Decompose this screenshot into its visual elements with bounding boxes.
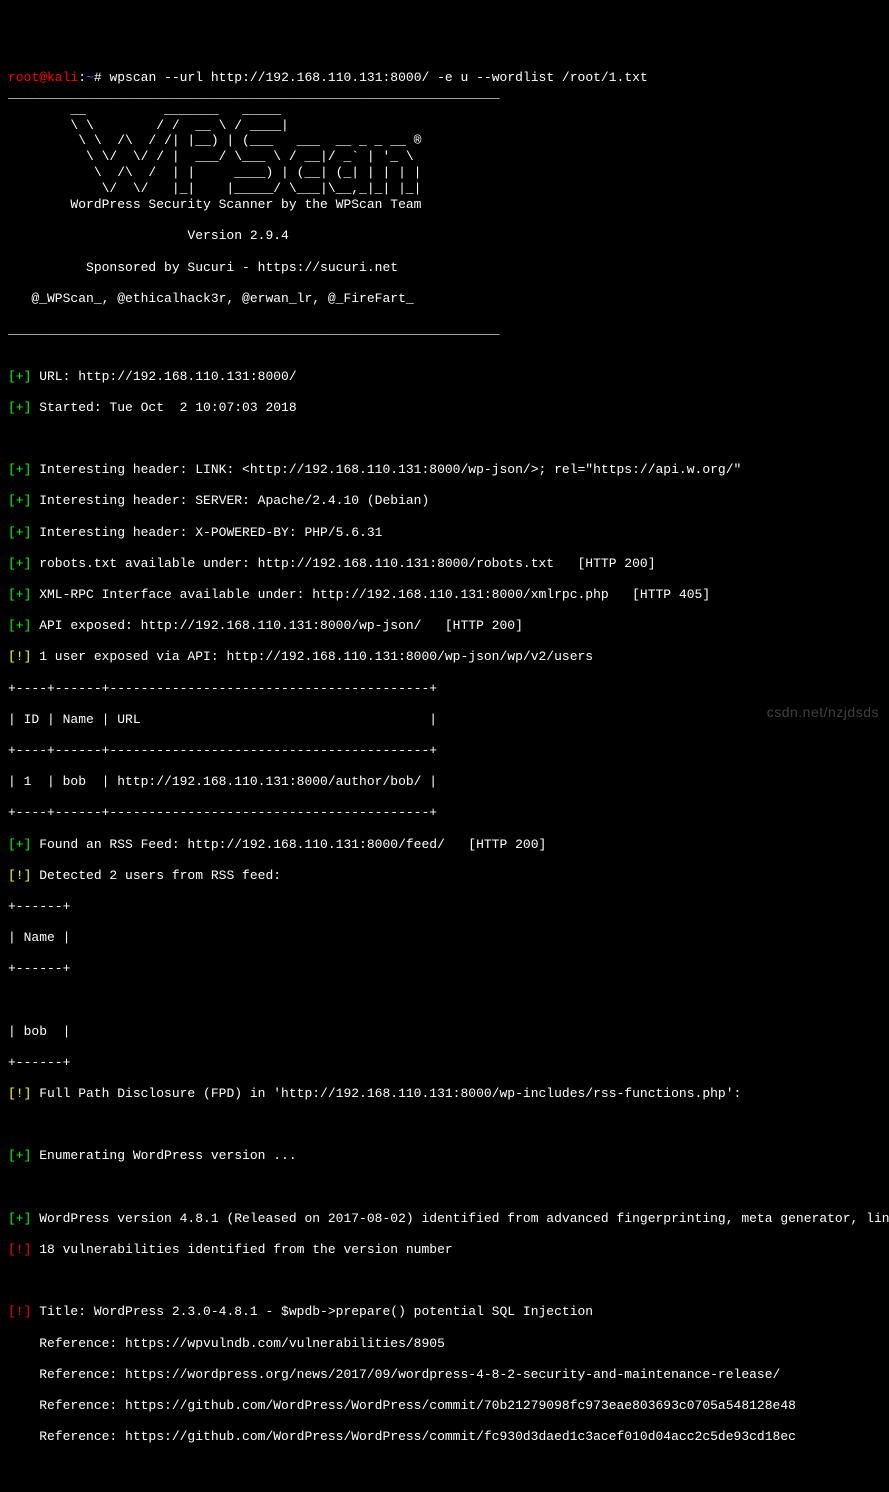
output-wp-version: [+] WordPress version 4.8.1 (Released on…	[8, 1211, 881, 1227]
divider-bottom: ________________________________________…	[8, 322, 499, 337]
text: WordPress version 4.8.1 (Released on 201…	[31, 1211, 889, 1226]
plus-tag: [+]	[8, 462, 31, 477]
ref-2: Reference: https://wordpress.org/news/20…	[8, 1367, 881, 1383]
plus-tag: [+]	[8, 618, 31, 633]
plus-tag: [+]	[8, 493, 31, 508]
plus-tag: [+]	[8, 369, 31, 384]
banner-line-4: @_WPScan_, @ethicalhack3r, @erwan_lr, @_…	[8, 291, 881, 307]
path: ~	[86, 70, 94, 85]
plus-tag: [+]	[8, 837, 31, 852]
output-rss-feed: [+] Found an RSS Feed: http://192.168.11…	[8, 837, 881, 853]
bang-tag: [!]	[8, 1086, 31, 1101]
text: Enumerating WordPress version ...	[31, 1148, 296, 1163]
terminal-prompt[interactable]: root@kali:~# wpscan --url http://192.168…	[8, 70, 648, 85]
output-enumerating: [+] Enumerating WordPress version ...	[8, 1148, 881, 1164]
text: URL: http://192.168.110.131:8000/	[31, 369, 296, 384]
output-vulns-count: [!] 18 vulnerabilities identified from t…	[8, 1242, 881, 1258]
text: API exposed: http://192.168.110.131:8000…	[31, 618, 522, 633]
banner-line-3: Sponsored by Sucuri - https://sucuri.net	[8, 260, 881, 276]
text: robots.txt available under: http://192.1…	[31, 556, 655, 571]
text: Found an RSS Feed: http://192.168.110.13…	[31, 837, 546, 852]
bang-tag: [!]	[8, 1242, 31, 1257]
text: 18 vulnerabilities identified from the v…	[31, 1242, 452, 1257]
plus-tag: [+]	[8, 1148, 31, 1163]
blank	[8, 1180, 881, 1196]
ref-1: Reference: https://wpvulndb.com/vulnerab…	[8, 1336, 881, 1352]
table1-border-bot: +----+------+---------------------------…	[8, 805, 881, 821]
text: Interesting header: SERVER: Apache/2.4.1…	[31, 493, 429, 508]
plus-tag: [+]	[8, 556, 31, 571]
banner-line-2: Version 2.9.4	[8, 228, 881, 244]
text: Detected 2 users from RSS feed:	[31, 868, 281, 883]
table2-border-bot: +------+	[8, 1055, 881, 1071]
ref-4: Reference: https://github.com/WordPress/…	[8, 1429, 881, 1445]
plus-tag: [+]	[8, 1211, 31, 1226]
blank	[8, 1117, 881, 1133]
divider-top: ________________________________________…	[8, 86, 499, 101]
table2-header: | Name |	[8, 930, 881, 946]
wpscan-ascii-logo: __ _______ _____ \ \ / / __ \ / ____| \ …	[8, 102, 421, 197]
bang-tag: [!]	[8, 868, 31, 883]
table2-border-top: +------+	[8, 899, 881, 915]
blank	[8, 338, 881, 354]
output-api: [+] API exposed: http://192.168.110.131:…	[8, 618, 881, 634]
output-header-link: [+] Interesting header: LINK: <http://19…	[8, 462, 881, 478]
banner-line-1: WordPress Security Scanner by the WPScan…	[8, 197, 881, 213]
table1-header: | ID | Name | URL |	[8, 712, 881, 728]
output-started: [+] Started: Tue Oct 2 10:07:03 2018	[8, 400, 881, 416]
plus-tag: [+]	[8, 400, 31, 415]
output-header-xpowered: [+] Interesting header: X-POWERED-BY: PH…	[8, 525, 881, 541]
plus-tag: [+]	[8, 587, 31, 602]
watermark: csdn.net/nzjdsds	[767, 704, 879, 721]
hash: #	[94, 70, 110, 85]
text: Started: Tue Oct 2 10:07:03 2018	[31, 400, 296, 415]
plus-tag: [+]	[8, 525, 31, 540]
output-header-server: [+] Interesting header: SERVER: Apache/2…	[8, 493, 881, 509]
text: Title: WordPress 2.3.0-4.8.1 - $wpdb->pr…	[31, 1304, 593, 1319]
table2-row: | bob |	[8, 1024, 881, 1040]
blank	[8, 431, 881, 447]
text: Interesting header: X-POWERED-BY: PHP/5.…	[31, 525, 382, 540]
output-vuln-title: [!] Title: WordPress 2.3.0-4.8.1 - $wpdb…	[8, 1304, 881, 1320]
blank	[8, 992, 881, 1008]
separator: :	[78, 70, 86, 85]
output-url: [+] URL: http://192.168.110.131:8000/	[8, 369, 881, 385]
output-robots: [+] robots.txt available under: http://1…	[8, 556, 881, 572]
table2-border-mid: +------+	[8, 961, 881, 977]
text: Interesting header: LINK: <http://192.16…	[31, 462, 741, 477]
table1-border-top: +----+------+---------------------------…	[8, 681, 881, 697]
bang-tag: [!]	[8, 649, 31, 664]
output-fpd: [!] Full Path Disclosure (FPD) in 'http:…	[8, 1086, 881, 1102]
user-host: root@kali	[8, 70, 78, 85]
output-detected-users: [!] Detected 2 users from RSS feed:	[8, 868, 881, 884]
text: 1 user exposed via API: http://192.168.1…	[31, 649, 593, 664]
table1-border-mid: +----+------+---------------------------…	[8, 743, 881, 759]
command-text: wpscan --url http://192.168.110.131:8000…	[109, 70, 647, 85]
bang-tag: [!]	[8, 1304, 31, 1319]
output-xmlrpc: [+] XML-RPC Interface available under: h…	[8, 587, 881, 603]
text: XML-RPC Interface available under: http:…	[31, 587, 710, 602]
blank	[8, 1273, 881, 1289]
text: Full Path Disclosure (FPD) in 'http://19…	[31, 1086, 741, 1101]
ref-3: Reference: https://github.com/WordPress/…	[8, 1398, 881, 1414]
table1-row: | 1 | bob | http://192.168.110.131:8000/…	[8, 774, 881, 790]
output-user-exposed: [!] 1 user exposed via API: http://192.1…	[8, 649, 881, 665]
